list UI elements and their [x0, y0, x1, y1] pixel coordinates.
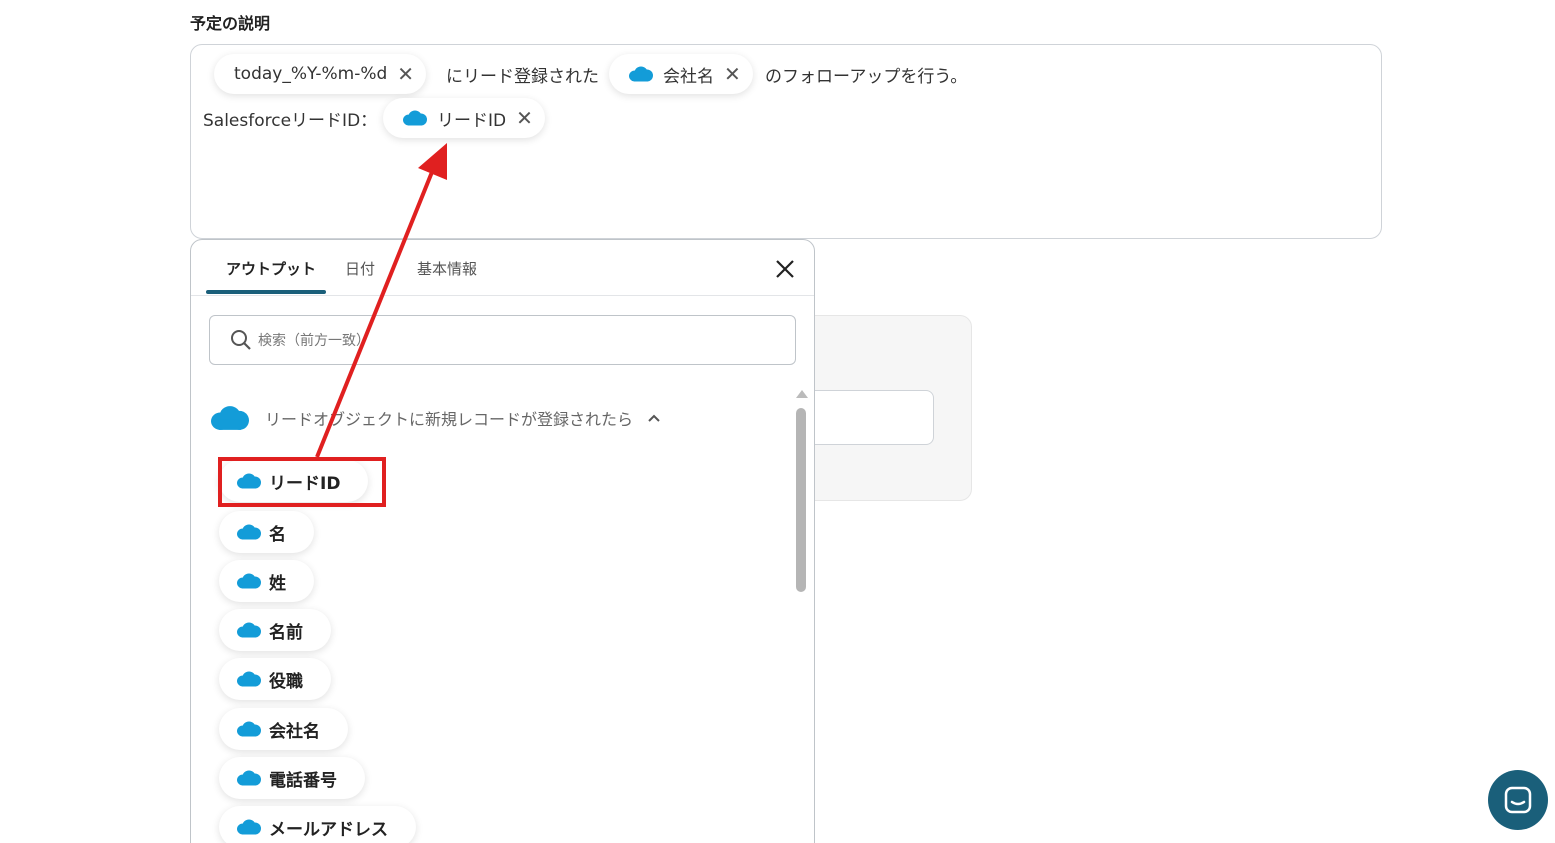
output-item-label: 名 [269, 524, 286, 545]
salesforce-cloud-icon [237, 573, 261, 589]
output-item-label: 役職 [269, 671, 303, 692]
output-item-label: メールアドレス [269, 819, 388, 840]
salesforce-cloud-icon [237, 524, 261, 540]
scroll-up-arrow[interactable] [796, 390, 808, 398]
output-item[interactable]: メールアドレス [219, 806, 416, 843]
tab-date[interactable]: 日付 [345, 258, 375, 279]
scroll-thumb[interactable] [796, 408, 806, 592]
description-text-2: のフォローアップを行う。 [765, 67, 968, 87]
salesforce-cloud-icon [629, 66, 653, 82]
variable-chip-lead-id[interactable]: リードID ✕ [383, 98, 545, 138]
output-item[interactable]: 役職 [219, 658, 331, 700]
remove-chip-icon[interactable]: ✕ [397, 64, 414, 84]
output-item-label: 会社名 [269, 721, 320, 742]
remove-chip-icon[interactable]: ✕ [724, 64, 741, 84]
chevron-up-icon[interactable] [647, 413, 661, 423]
page: 予定の説明 today_%Y-%m-%d ✕ にリード登録された 会社名 ✕ の… [0, 0, 1555, 843]
scrollbar[interactable] [793, 390, 808, 843]
search-input[interactable]: 検索（前方一致） [209, 315, 796, 365]
chip-company-label: 会社名 [663, 66, 714, 87]
chat-support-button[interactable] [1488, 770, 1548, 830]
active-tab-indicator [206, 290, 326, 294]
output-item-label: 電話番号 [269, 770, 337, 791]
salesforce-cloud-icon [237, 819, 261, 835]
tab-output[interactable]: アウトプット [226, 258, 316, 279]
output-group-header[interactable]: リードオブジェクトに新規レコードが登録されたら [211, 405, 661, 431]
salesforce-cloud-icon [237, 671, 261, 687]
chip-date-label: today_%Y-%m-%d [234, 64, 388, 84]
salesforce-cloud-icon [237, 721, 261, 737]
tab-basic-info[interactable]: 基本情報 [417, 258, 477, 279]
output-item[interactable]: 姓 [219, 560, 314, 602]
annotation-highlight-box [218, 457, 386, 507]
variable-chip-company[interactable]: 会社名 ✕ [609, 54, 753, 94]
search-placeholder: 検索（前方一致） [258, 333, 370, 349]
chat-icon [1504, 786, 1532, 814]
chip-lead-id-label: リードID [437, 110, 507, 131]
salesforce-cloud-icon [211, 406, 249, 430]
description-label: 予定の説明 [190, 14, 271, 33]
remove-chip-icon[interactable]: ✕ [516, 108, 533, 128]
close-icon[interactable] [774, 258, 796, 280]
salesforce-cloud-icon [237, 622, 261, 638]
description-text-1: にリード登録された [446, 67, 599, 87]
salesforce-cloud-icon [403, 110, 427, 126]
variable-chip-date[interactable]: today_%Y-%m-%d ✕ [214, 54, 427, 94]
output-item[interactable]: 電話番号 [219, 757, 365, 799]
output-group-title: リードオブジェクトに新規レコードが登録されたら [265, 410, 634, 429]
output-item[interactable]: 名 [219, 511, 314, 553]
output-item-label: 名前 [269, 622, 303, 643]
variable-picker-panel: アウトプット 日付 基本情報 検索（前方一致） リードオブジェクトに新規レコード… [190, 239, 815, 843]
output-item-label: 姓 [269, 573, 286, 594]
salesforce-cloud-icon [237, 770, 261, 786]
search-icon [231, 330, 251, 350]
output-item[interactable]: 会社名 [219, 708, 348, 750]
output-item[interactable]: 名前 [219, 609, 331, 651]
picker-tabs: アウトプット 日付 基本情報 [191, 240, 814, 296]
description-text-3: SalesforceリードID： [203, 111, 378, 131]
